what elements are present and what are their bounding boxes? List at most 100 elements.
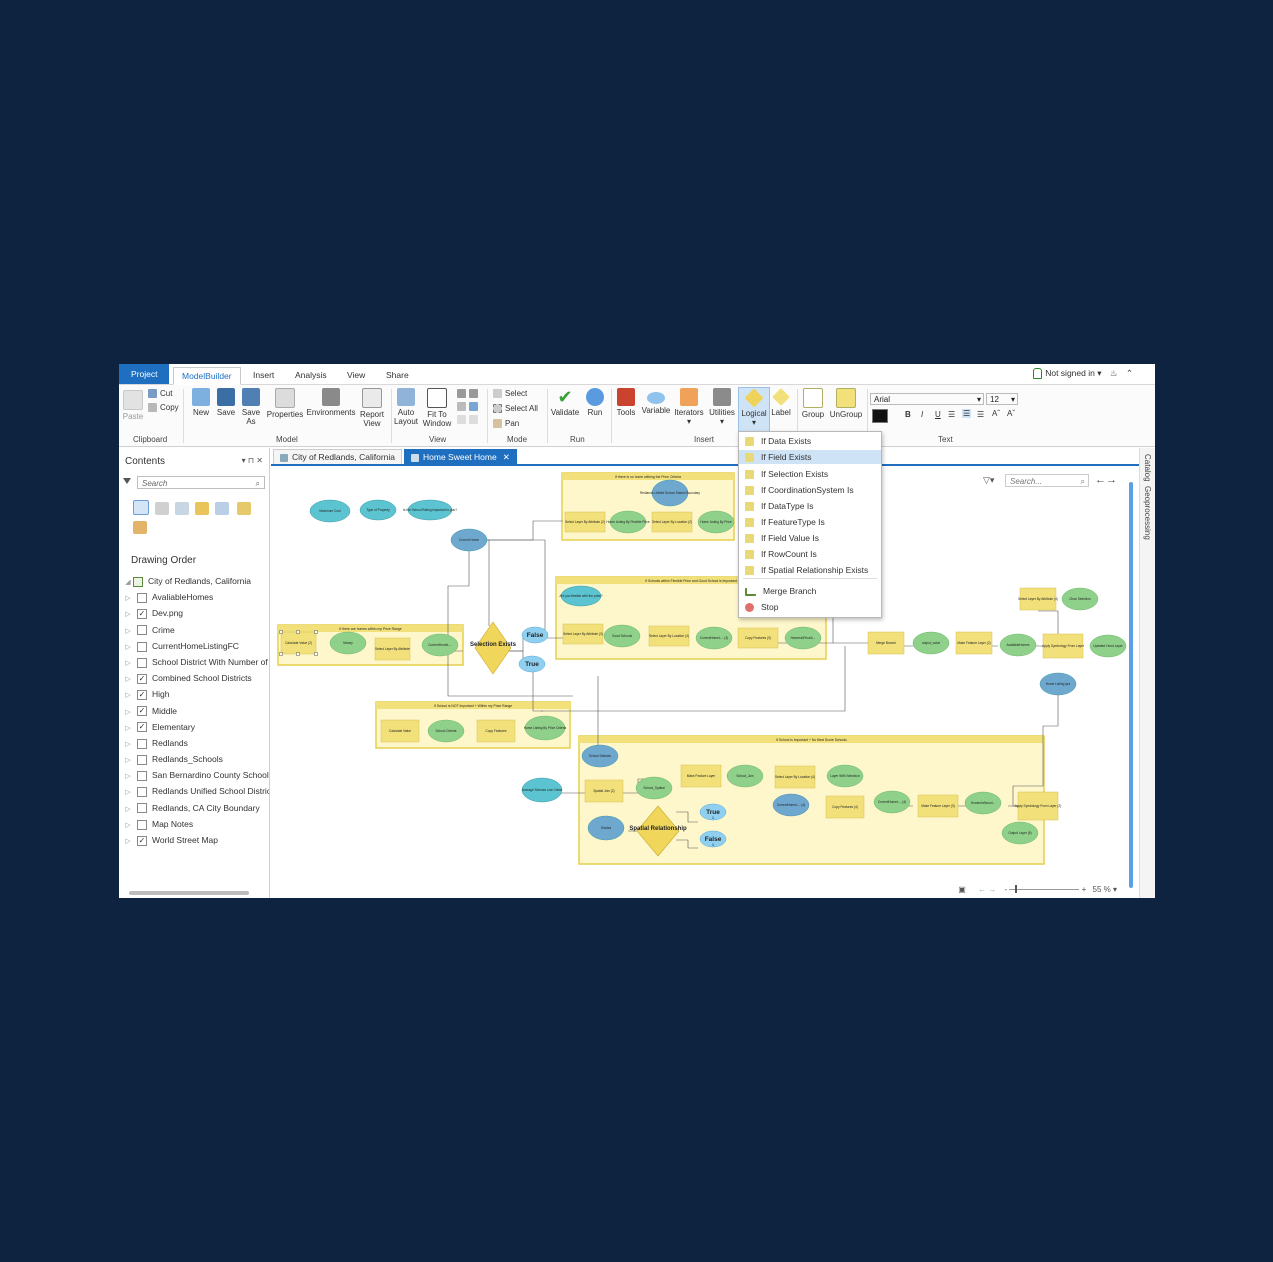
expand-arrow-icon[interactable]: ▷ [123, 753, 133, 767]
tab-project[interactable]: Project [119, 364, 170, 384]
bold-button[interactable]: B [905, 410, 911, 419]
font-color-picker[interactable] [872, 409, 888, 423]
zoom-in-button[interactable]: + [1082, 885, 1087, 894]
list-by-source-icon[interactable] [155, 502, 169, 515]
layer-item[interactable]: ▷ AvaliableHomes [123, 589, 269, 605]
layer-visibility-checkbox[interactable] [137, 641, 147, 652]
layer-visibility-checkbox[interactable]: ✓ [137, 690, 147, 701]
tools-button[interactable]: Tools [613, 388, 639, 417]
list-by-snapping-icon[interactable] [215, 502, 229, 515]
sign-in-status[interactable]: Not signed in ▾ ♨ ⌃ [1033, 368, 1133, 380]
iterators-button[interactable]: Iterators ▾ [673, 388, 705, 426]
layer-visibility-checkbox[interactable]: ✓ [137, 722, 147, 733]
expand-arrow-icon[interactable]: ▷ [123, 688, 133, 702]
catalog-tab[interactable]: Catalog [1143, 454, 1152, 482]
expand-arrow-icon[interactable]: ▷ [123, 656, 133, 670]
expand-arrow-icon[interactable]: ▷ [123, 818, 133, 832]
list-by-charts-icon[interactable] [133, 521, 147, 534]
align-left-icon[interactable]: ☰ [948, 410, 955, 419]
align-center-icon[interactable]: ☰ [962, 409, 972, 418]
nav-arrows[interactable]: ←→ [1095, 474, 1117, 486]
expand-arrow-icon[interactable]: ▷ [123, 802, 133, 816]
layer-item[interactable]: ▷ CurrentHomeListingFC [123, 638, 269, 654]
layer-item[interactable]: ▷ ✓ Middle [123, 703, 269, 719]
layer-item[interactable]: ▷ ✓ Elementary [123, 719, 269, 735]
menu-item-if-spatial-relationship-exists[interactable]: If Spatial Relationship Exists [739, 563, 881, 577]
pane-controls[interactable]: ▾ ⊓ ✕ [242, 456, 263, 465]
layer-visibility-checkbox[interactable] [137, 819, 147, 830]
close-tab-icon[interactable]: ✕ [503, 452, 510, 462]
layer-item[interactable]: ▷ ✓ World Street Map [123, 832, 269, 848]
layer-visibility-checkbox[interactable] [137, 592, 147, 603]
contents-search-input[interactable]: Search ⌕ [137, 476, 265, 489]
font-size-select[interactable]: 12 ▾ [986, 393, 1018, 405]
expand-arrow-icon[interactable]: ▷ [123, 672, 133, 686]
utilities-button[interactable]: Utilities ▾ [706, 388, 738, 426]
align-right-icon[interactable]: ☰ [977, 410, 984, 419]
filter-icon[interactable] [123, 478, 131, 484]
menu-item-if-datatype-is[interactable]: If DataType Is [739, 499, 881, 513]
variable-button[interactable]: Variable [640, 388, 672, 415]
overview-icon[interactable]: ▣ [958, 885, 966, 894]
forward-arrow-icon[interactable] [469, 415, 478, 425]
tab-map-view[interactable]: City of Redlands, California [273, 449, 402, 464]
menu-item-if-data-exists[interactable]: If Data Exists [739, 434, 881, 448]
layer-item[interactable]: ▷ School District With Number of Grade [123, 654, 269, 670]
zoom-dropdown-icon[interactable]: ▾ [1113, 885, 1117, 894]
tab-modelbuilder[interactable]: ModelBuilder [173, 367, 241, 385]
layer-item[interactable]: ▷ ✓ Dev.png [123, 605, 269, 621]
properties-button[interactable]: Properties [265, 388, 305, 419]
forward-icon[interactable]: → [988, 885, 996, 894]
view-zoom-controls[interactable] [457, 389, 483, 429]
next-arrow-icon[interactable]: → [1106, 474, 1117, 486]
layer-visibility-checkbox[interactable] [137, 738, 147, 749]
select-all-button[interactable]: Select All [493, 404, 538, 414]
collapse-arrow-icon[interactable]: ◢ [123, 575, 133, 589]
label-button[interactable]: Label [769, 388, 793, 417]
expand-arrow-icon[interactable]: ▷ [123, 769, 133, 783]
copy-button[interactable]: Copy [148, 403, 179, 413]
collapse-ribbon-icon[interactable]: ⌃ [1126, 368, 1133, 378]
layer-item[interactable]: ▷ Redlands_Schools [123, 751, 269, 767]
zoom-slider[interactable] [1009, 885, 1080, 894]
layer-item[interactable]: ▷ Crime [123, 622, 269, 638]
contents-horizontal-scrollbar[interactable] [129, 891, 249, 895]
grid-icon[interactable] [469, 402, 478, 412]
model-search-input[interactable]: Search... ⌕ [1005, 474, 1089, 487]
pan-button[interactable]: Pan [493, 419, 519, 429]
validate-button[interactable]: ✔ Validate [549, 388, 581, 417]
menu-item-if-coordinationsystem-is[interactable]: If CoordinationSystem Is [739, 483, 881, 497]
map-item[interactable]: ◢ City of Redlands, California [123, 573, 269, 589]
list-by-editing-icon[interactable] [195, 502, 209, 515]
save-button[interactable]: Save [215, 388, 237, 417]
list-by-selection-icon[interactable] [175, 502, 189, 515]
layer-visibility-checkbox[interactable] [137, 657, 147, 668]
expand-arrow-icon[interactable]: ▷ [123, 705, 133, 719]
menu-item-if-field-value-is[interactable]: If Field Value Is [739, 531, 881, 545]
expand-arrow-icon[interactable]: ▷ [123, 607, 133, 621]
zoom-slider-thumb[interactable] [1015, 885, 1018, 894]
tab-insert[interactable]: Insert [245, 367, 282, 383]
layer-visibility-checkbox[interactable] [137, 803, 147, 814]
expand-arrow-icon[interactable]: ▷ [123, 834, 133, 848]
layer-visibility-checkbox[interactable]: ✓ [137, 609, 147, 620]
expand-arrow-icon[interactable]: ▷ [123, 737, 133, 751]
bell-icon[interactable]: ♨ [1110, 368, 1118, 378]
expand-arrow-icon[interactable]: ▷ [123, 591, 133, 605]
back-icon[interactable]: ← [978, 885, 986, 894]
zoom-in-icon[interactable] [457, 389, 466, 399]
list-by-drawing-order-icon[interactable] [133, 500, 149, 515]
save-as-button[interactable]: Save As [239, 388, 263, 426]
filter-icon[interactable]: ▽▾ [983, 475, 994, 486]
menu-item-if-rowcount-is[interactable]: If RowCount Is [739, 547, 881, 561]
expand-arrow-icon[interactable]: ▷ [123, 721, 133, 735]
list-by-labeling-icon[interactable] [237, 502, 252, 515]
italic-button[interactable]: I [921, 410, 923, 419]
layer-visibility-checkbox[interactable] [137, 787, 147, 798]
layer-item[interactable]: ▷ Redlands [123, 735, 269, 751]
expand-arrow-icon[interactable]: ▷ [123, 785, 133, 799]
layer-visibility-checkbox[interactable] [137, 754, 147, 765]
tab-view[interactable]: View [339, 367, 373, 383]
font-family-select[interactable]: Arial ▾ [870, 393, 984, 405]
layer-visibility-checkbox[interactable] [137, 625, 147, 636]
